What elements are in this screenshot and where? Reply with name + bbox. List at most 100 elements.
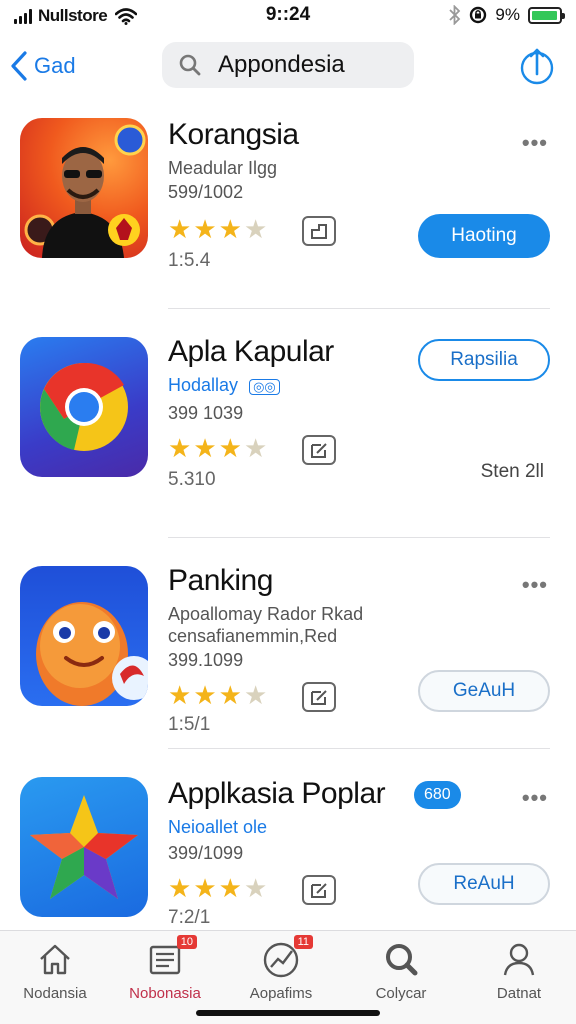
status-right: 9% (449, 5, 565, 25)
app-count: 1:5/1 (168, 714, 211, 735)
star-icon: ★ (168, 433, 192, 463)
bluetooth-icon (449, 5, 461, 25)
more-options-button[interactable]: ••• (522, 130, 548, 156)
tab-aopafims[interactable]: 11 Aopafims (226, 935, 336, 1002)
list-item[interactable]: Panking Apoallomay Rador Rkad censafiane… (0, 538, 576, 748)
person-icon (499, 939, 539, 979)
tab-badge: 10 (176, 935, 197, 949)
search-input[interactable]: Appondesia (218, 51, 345, 79)
list-item[interactable]: Applkasia Poplar 680 Neioallet ole 399/1… (0, 749, 576, 949)
star-rating: ★ ★ ★ ★ (168, 875, 267, 901)
tab-label: Colycar (375, 985, 427, 1002)
app-subtitle: Apoallomay Rador Rkad (168, 604, 364, 624)
app-name[interactable]: Korangsia (168, 118, 299, 152)
star-rating: ★ ★ ★ ★ (168, 682, 267, 708)
more-options-button[interactable]: ••• (522, 572, 548, 598)
chart-icon: 11 (261, 935, 313, 979)
mascot-icon (36, 602, 148, 706)
app-meta: 399/1099 (168, 843, 244, 863)
status-bar: Nullstore 9::24 9% (0, 0, 576, 32)
tab-label: Datnat (496, 985, 542, 1002)
app-subtitle-text: Hodallay (168, 375, 239, 395)
app-subtitle: Hodallay ◎◎ (168, 375, 280, 396)
app-list: Korangsia Meadular Ilgg 599/1002 ★ ★ ★ ★ 1:… (0, 108, 576, 949)
star-icon: ★ (218, 214, 242, 244)
star-icon: ★ (243, 433, 268, 463)
tab-colycar[interactable]: Colycar (346, 939, 456, 1002)
side-note: Sten 2ll (480, 461, 544, 482)
home-indicator[interactable] (196, 1010, 380, 1016)
app-subtitle: Meadular Ilgg (168, 158, 278, 178)
app-subtitle: Neioallet ole (168, 817, 268, 837)
chrome-logo-icon (40, 362, 128, 451)
widget-icon (311, 224, 327, 239)
app-icon-apla-kapular[interactable] (20, 337, 148, 477)
star-rating: ★ ★ ★ ★ (168, 216, 267, 242)
star-icon: ★ (193, 680, 217, 710)
count-badge: 680 (414, 781, 461, 809)
star-logo-icon (30, 795, 138, 899)
home-icon (35, 939, 75, 979)
widget-button[interactable] (302, 875, 336, 905)
app-count: 7:2/1 (168, 907, 211, 928)
star-icon: ★ (193, 873, 217, 903)
star-icon: ★ (193, 433, 217, 463)
app-count: 1:5.4 (168, 250, 211, 271)
list-item[interactable]: Korangsia Meadular Ilgg 599/1002 ★ ★ ★ ★ 1:… (0, 108, 576, 308)
share-button[interactable] (520, 46, 554, 91)
star-icon: ★ (243, 873, 268, 903)
edit-icon (311, 443, 327, 458)
app-count: 5.310 (168, 469, 216, 490)
link-icon: ◎◎ (249, 379, 280, 395)
app-meta: 399 1039 (168, 403, 244, 423)
get-button[interactable]: Rapsilia (418, 339, 550, 381)
star-icon: ★ (243, 680, 268, 710)
star-icon: ★ (193, 214, 217, 244)
back-button[interactable]: Gad (10, 50, 76, 82)
app-meta: 399.1099 (168, 650, 244, 670)
search-icon (381, 939, 421, 979)
back-label: Gad (34, 53, 76, 78)
star-rating: ★ ★ ★ ★ (168, 435, 267, 461)
app-icon-panking[interactable] (20, 566, 148, 706)
tab-badge: 11 (293, 935, 313, 949)
nav-bar: Gad Appondesia (0, 40, 576, 92)
app-name[interactable]: Apla Kapular (168, 335, 334, 369)
edit-icon (311, 690, 327, 705)
get-button[interactable]: ReAuH (418, 863, 550, 905)
edit-icon (311, 883, 327, 898)
app-name[interactable]: Panking (168, 564, 273, 598)
star-icon: ★ (168, 680, 192, 710)
app-subtitle-2: censafianemmin,Red (168, 626, 338, 646)
star-icon: ★ (218, 873, 242, 903)
tab-datnat[interactable]: Datnat (464, 939, 574, 1002)
more-options-button[interactable]: ••• (522, 785, 548, 811)
battery-percent: 9% (495, 5, 520, 24)
app-icon-applkasia-poplar[interactable] (20, 777, 148, 917)
search-icon (179, 54, 201, 76)
search-field[interactable]: Appondesia (162, 42, 414, 88)
battery-icon (528, 6, 565, 24)
star-icon: ★ (243, 214, 268, 244)
tab-label: Nodansia (23, 985, 87, 1002)
tab-label: Nobonasia (129, 985, 201, 1002)
battery-level (532, 10, 557, 20)
star-icon: ★ (168, 873, 192, 903)
tab-nobonasia[interactable]: 10 Nobonasia (110, 935, 220, 1002)
news-icon: 10 (145, 935, 197, 979)
widget-button[interactable] (302, 216, 336, 246)
widget-button[interactable] (302, 682, 336, 712)
get-button[interactable]: Haoting (418, 214, 550, 258)
list-item[interactable]: Apla Kapular Hodallay ◎◎ 399 1039 ★ ★ ★ ★ 5… (0, 309, 576, 537)
star-icon: ★ (218, 433, 242, 463)
lock-rotation-icon (470, 6, 487, 24)
tab-nodansia[interactable]: Nodansia (0, 939, 110, 1002)
person-avatar-icon (24, 124, 146, 258)
get-button[interactable]: GeAuH (418, 670, 550, 712)
widget-button[interactable] (302, 435, 336, 465)
share-icon (520, 48, 554, 85)
app-icon-korangsia[interactable] (20, 118, 148, 258)
star-icon: ★ (168, 214, 192, 244)
app-name[interactable]: Applkasia Poplar (168, 777, 386, 811)
tab-bar: Nodansia 10 Nobonasia 11 Aopafims Colyca… (0, 930, 576, 1024)
